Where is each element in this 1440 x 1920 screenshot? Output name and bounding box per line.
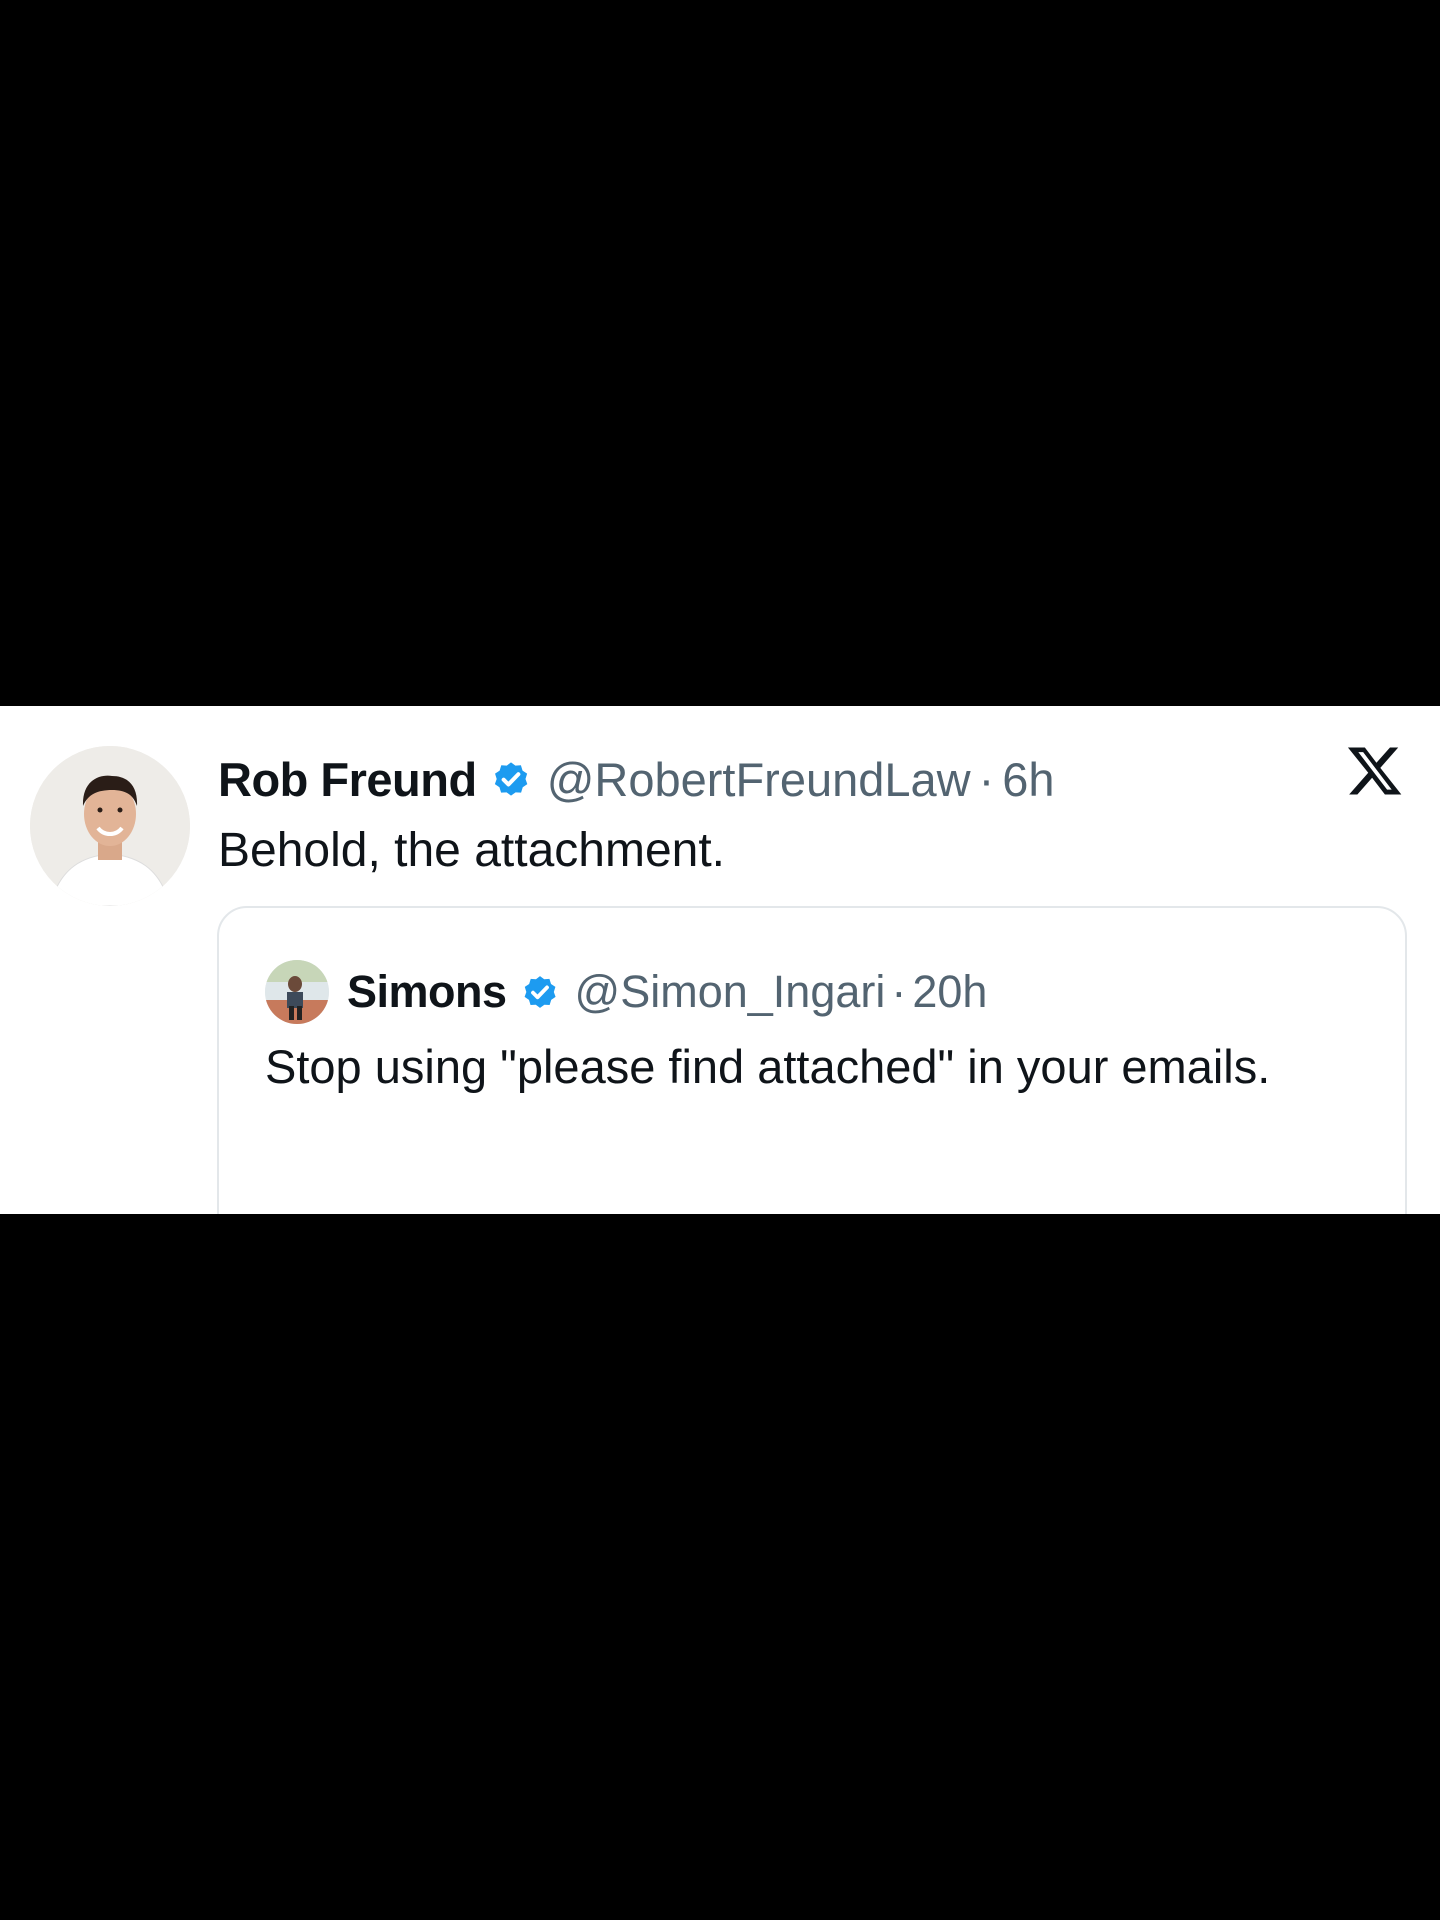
author-name[interactable]: Rob Freund: [218, 752, 477, 807]
tweet-header: Rob Freund @RobertFreundLaw · 6h: [218, 746, 1055, 812]
page: Rob Freund @RobertFreundLaw · 6h Behold,…: [0, 0, 1440, 1920]
separator-dot: ·: [891, 966, 907, 1017]
quoted-author-avatar-image: [265, 960, 329, 1024]
quoted-author-name[interactable]: Simons: [347, 966, 507, 1018]
quoted-author-handle[interactable]: @Simon_Ingari: [575, 966, 886, 1018]
quoted-tweet-header: Simons @Simon_Ingari · 20h: [265, 960, 987, 1024]
author-handle[interactable]: @RobertFreundLaw: [547, 752, 971, 807]
verified-badge-icon: [519, 971, 561, 1013]
tweet-text: Behold, the attachment.: [218, 824, 725, 877]
x-logo-icon[interactable]: [1346, 742, 1404, 800]
quoted-tweet-timestamp[interactable]: 20h: [912, 966, 987, 1018]
tweet-timestamp[interactable]: 6h: [1002, 752, 1054, 807]
author-avatar[interactable]: [30, 746, 190, 906]
quoted-tweet-text: Stop using "please find attached" in you…: [265, 1040, 1271, 1093]
author-avatar-image: [30, 746, 190, 906]
separator-dot: ·: [978, 752, 995, 806]
verified-badge-icon: [489, 757, 533, 801]
quoted-tweet-card[interactable]: Simons @Simon_Ingari · 20h Stop using "p…: [217, 906, 1407, 1214]
quoted-author-avatar[interactable]: [265, 960, 329, 1024]
tweet-card[interactable]: Rob Freund @RobertFreundLaw · 6h Behold,…: [0, 706, 1440, 1214]
